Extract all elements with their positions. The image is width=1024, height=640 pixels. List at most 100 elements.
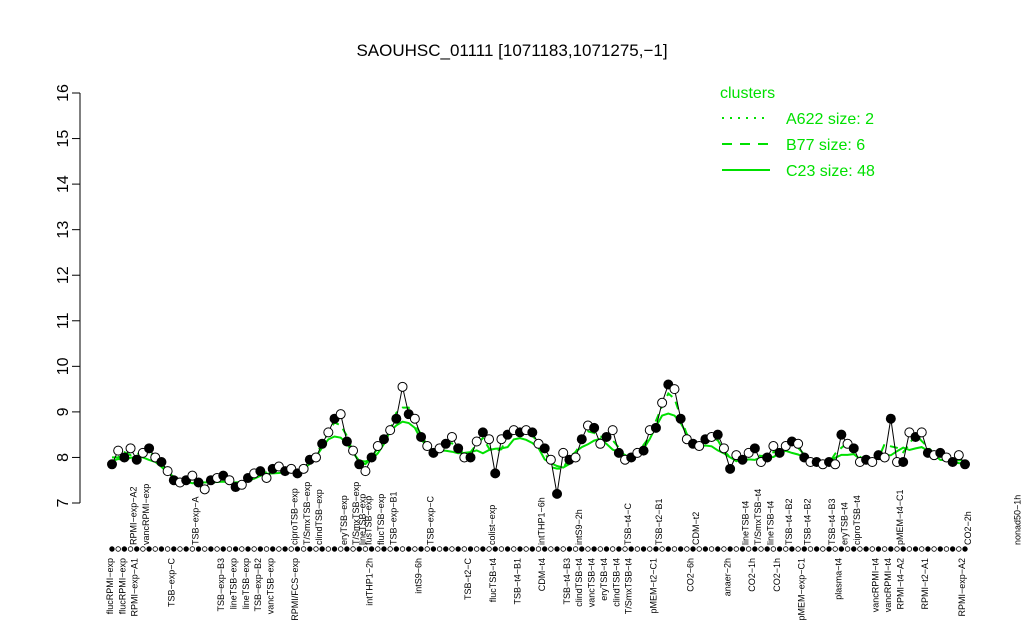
x-label-lower-20: clindTSB−t4 [611, 558, 621, 607]
rug-mark [313, 546, 319, 552]
rug-mark [665, 546, 672, 552]
data-point [323, 427, 334, 438]
x-label-upper-4: T/SmxTSB−exp [302, 482, 312, 545]
rug-mark [647, 546, 653, 552]
rug-mark [715, 546, 721, 552]
y-tick-label-1: 8 [55, 453, 72, 462]
rug-mark [523, 546, 529, 552]
x-label-lower-7: TSB−exp−B2 [253, 558, 263, 612]
x-label-lower-3: TSB−exp−C [167, 558, 177, 608]
rug-mark [393, 546, 400, 552]
x-label-lower-23: CO2−6h [685, 558, 695, 592]
rug-mark [375, 546, 381, 552]
rug-mark [813, 546, 820, 552]
x-label-lower-5: lineTSB−exp [228, 558, 238, 609]
data-point [898, 457, 909, 467]
data-point [156, 457, 167, 467]
rug-mark [671, 546, 678, 552]
data-point [261, 472, 272, 483]
y-tick-label-6: 13 [55, 221, 72, 239]
rug-mark [597, 546, 604, 552]
rug-mark [733, 546, 739, 552]
rug-mark [319, 546, 325, 552]
data-point [527, 427, 538, 438]
rug-mark [461, 546, 468, 552]
rug-mark [517, 546, 523, 552]
x-label-lower-18: vancTSB−t4 [587, 558, 597, 607]
x-label-lower-33: RPMI−exp−A2 [957, 558, 967, 617]
rug-mark [368, 546, 375, 552]
data-point [490, 468, 501, 479]
x-label-lower-19: eryTSB−t4 [599, 558, 609, 601]
data-point [298, 463, 309, 474]
chart-svg: SAOUHSC_01111 [1071183,1071275,−1] 7 8 9 10… [55, 41, 1022, 621]
rug-mark [535, 546, 542, 552]
rug-mark [579, 546, 585, 552]
x-label-lower-2: RPMI−exp−A1 [130, 558, 140, 617]
rug-mark [548, 546, 554, 552]
rug-mark [115, 546, 121, 552]
rug-mark [696, 546, 702, 552]
x-label-upper-19: lineTSB−t4 [741, 501, 751, 545]
rug-marks [109, 546, 968, 552]
data-point [378, 434, 389, 445]
rug-mark [232, 546, 239, 552]
data-point [335, 409, 346, 420]
rug-mark [362, 546, 369, 552]
x-label-lower-6: lineTSB−exp [241, 558, 251, 609]
x-label-upper-24: TSB−t4−B3 [827, 498, 837, 545]
rug-mark [572, 546, 579, 552]
rug-mark [869, 546, 875, 552]
rug-mark [919, 546, 925, 552]
rug-mark [387, 546, 393, 552]
data-point [650, 422, 661, 433]
data-point [484, 434, 495, 445]
rug-mark [307, 546, 313, 552]
rug-mark [640, 546, 647, 552]
data-point [879, 452, 890, 463]
x-label-lower-27: pMEM−exp−C1 [796, 558, 806, 621]
rug-mark [195, 546, 202, 552]
y-tick-label-3: 10 [55, 357, 72, 375]
rug-mark [801, 546, 807, 552]
data-point [409, 413, 420, 424]
rug-mark [164, 546, 171, 552]
rug-mark [851, 546, 857, 552]
rug-mark [931, 546, 937, 552]
data-point [725, 463, 736, 474]
rug-mark [443, 546, 449, 552]
data-point [718, 443, 729, 454]
data-point [391, 413, 402, 424]
data-point [162, 466, 173, 477]
data-point [762, 452, 773, 463]
data-point [570, 452, 581, 463]
rug-mark [659, 546, 665, 552]
rug-mark [591, 546, 597, 552]
rug-mark [752, 546, 758, 552]
rug-mark [208, 546, 214, 552]
rug-mark [634, 546, 641, 552]
rug-mark [412, 546, 418, 552]
rug-mark [399, 546, 406, 552]
x-label-lower-10: intTHP1−2h [364, 558, 374, 606]
rug-mark [449, 546, 455, 552]
y-tick-label-7: 14 [55, 175, 72, 193]
x-label-lower-22: pMEM−t2−C1 [648, 558, 658, 614]
rug-mark [214, 546, 220, 552]
data-point [465, 452, 476, 463]
rug-mark [603, 546, 610, 552]
x-label-upper-23: TSB−t4−B2 [802, 498, 812, 545]
rug-mark [134, 546, 140, 552]
x-label-lower-21: T/SmxTSB−t4 [624, 558, 634, 614]
x-label-upper-25: eryTSB−t4 [840, 502, 850, 545]
data-point [453, 443, 464, 454]
rug-mark [937, 546, 943, 552]
x-label-upper-16: TSB−t4−C [623, 502, 633, 545]
rug-mark [838, 546, 845, 552]
rug-mark [498, 546, 505, 552]
rug-mark [282, 546, 288, 552]
data-points [107, 379, 970, 499]
rug-mark [325, 546, 332, 552]
rug-mark [832, 546, 838, 552]
y-tick-label-8: 15 [55, 130, 72, 148]
